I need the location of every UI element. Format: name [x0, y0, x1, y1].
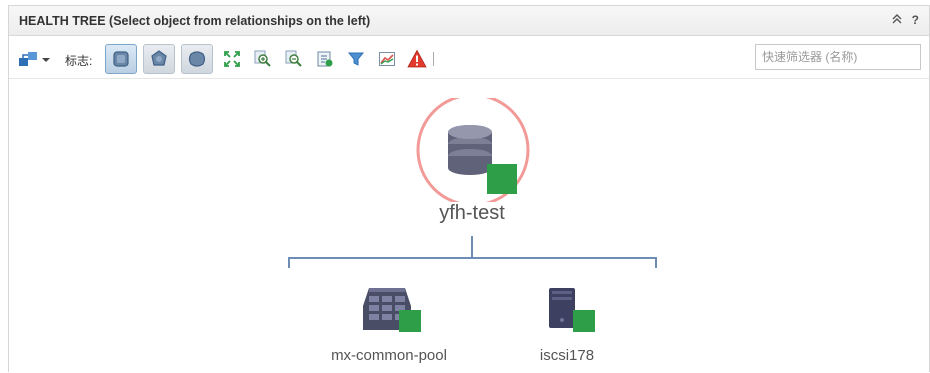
health-tree-panel: HEALTH TREE (Select object from relation… [8, 5, 930, 372]
metric-chart-button[interactable] [376, 44, 398, 74]
zoom-in-icon [254, 50, 271, 67]
help-button[interactable]: ? [912, 13, 919, 27]
zoom-out-button[interactable] [283, 44, 305, 74]
panel-header: HEALTH TREE (Select object from relation… [9, 6, 929, 36]
child-node-storage-server[interactable]: iscsi178 [509, 286, 625, 370]
health-badge [399, 310, 421, 332]
health-tree-canvas: yfh-test mx-common-pool iscsi178 [9, 80, 929, 373]
health-badge [487, 164, 517, 194]
badge-health-toggle[interactable] [105, 44, 137, 74]
alerts-button[interactable] [405, 44, 429, 74]
child-node-label: mx-common-pool [331, 347, 447, 364]
header-actions: ? [892, 13, 919, 27]
double-chevron-up-icon [892, 14, 902, 24]
efficiency-badge-icon [188, 51, 206, 67]
root-node[interactable]: yfh-test [409, 98, 535, 236]
toolbar: 标志: [9, 37, 929, 79]
health-badge [573, 310, 595, 332]
show-details-button[interactable] [314, 44, 336, 74]
filter-button[interactable] [345, 44, 367, 74]
badge-risk-toggle[interactable] [143, 44, 175, 74]
panel-title: HEALTH TREE (Select object from relation… [19, 14, 371, 28]
collapse-button[interactable] [892, 13, 902, 27]
toolbar-separator [433, 52, 434, 66]
badge-efficiency-toggle[interactable] [181, 44, 213, 74]
zoom-in-button[interactable] [252, 44, 274, 74]
fit-to-screen-button[interactable] [221, 44, 243, 74]
funnel-icon [347, 52, 365, 66]
health-badge-icon [113, 51, 129, 67]
risk-badge-icon [151, 50, 167, 66]
child-node-label: iscsi178 [539, 347, 595, 364]
badge-label: 标志: [65, 54, 93, 68]
layout-dropdown-button[interactable] [17, 44, 53, 74]
details-icon [317, 51, 333, 67]
child-node-storage-pool[interactable]: mx-common-pool [309, 286, 469, 370]
quick-filter-input[interactable] [755, 44, 921, 70]
alert-triangle-icon [407, 49, 427, 68]
expand-arrows-icon [224, 51, 240, 67]
zoom-out-icon [285, 50, 302, 67]
root-node-label: yfh-test [439, 202, 505, 224]
hierarchy-icon [19, 52, 50, 66]
chart-icon [379, 52, 395, 66]
